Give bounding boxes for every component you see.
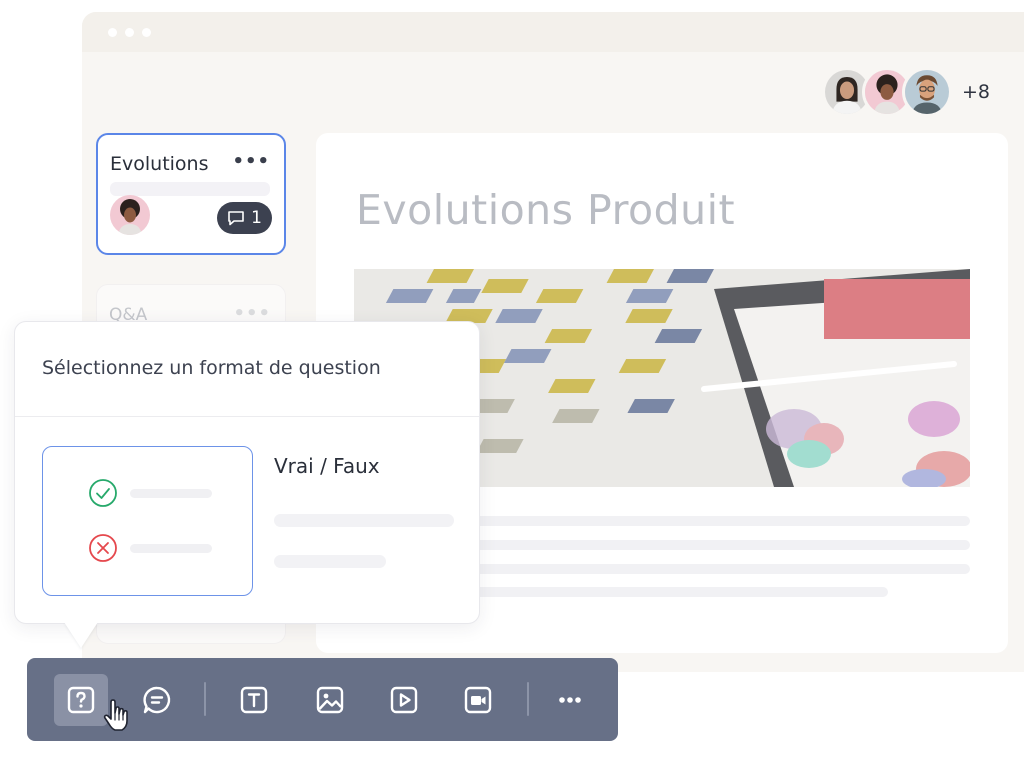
add-comment-button[interactable] (130, 674, 184, 726)
hand-cursor-icon (102, 699, 134, 733)
more-tools-button[interactable] (543, 674, 597, 726)
page-title[interactable]: Evolutions Produit (356, 186, 735, 234)
window-minimize-dot[interactable] (125, 27, 134, 37)
check-circle-icon (89, 479, 117, 507)
popup-pointer (64, 622, 98, 648)
window-close-dot[interactable] (108, 27, 117, 37)
add-question-button[interactable] (54, 674, 108, 726)
toolbar-separator (527, 682, 529, 716)
false-row (88, 533, 212, 563)
format-option-true-false[interactable] (42, 446, 253, 596)
description-placeholder-line (274, 514, 454, 527)
camera-icon (464, 686, 492, 714)
format-name: Vrai / Faux (274, 454, 380, 478)
question-format-popup: Sélectionnez un format de question Vrai … (14, 321, 480, 624)
comment-count-badge[interactable]: 1 (217, 202, 272, 234)
window-maximize-dot[interactable] (142, 27, 151, 37)
comment-icon (228, 211, 244, 226)
question-icon (67, 686, 95, 714)
true-row (88, 478, 212, 508)
option-placeholder-bar (130, 488, 212, 498)
option-placeholder-bar (130, 543, 212, 553)
text-icon (240, 686, 268, 714)
add-recording-button[interactable] (451, 674, 505, 726)
add-image-button[interactable] (303, 674, 357, 726)
comment-icon (143, 686, 171, 714)
window-titlebar (82, 12, 1024, 52)
cross-circle-icon (89, 534, 117, 562)
popup-divider (15, 416, 479, 417)
avatar (110, 195, 150, 235)
add-video-button[interactable] (377, 674, 431, 726)
card-text-placeholder (110, 182, 270, 196)
avatar (902, 67, 952, 117)
description-placeholder-line (274, 555, 386, 568)
video-play-icon (390, 686, 418, 714)
add-text-button[interactable] (227, 674, 281, 726)
card-menu-button[interactable]: ••• (232, 151, 270, 172)
image-icon (316, 686, 344, 714)
extra-collaborators-count: +8 (962, 81, 991, 103)
comment-count: 1 (251, 208, 262, 228)
sidebar-item-evolutions[interactable]: Evolutions ••• 1 (96, 133, 286, 255)
toolbar-separator (204, 682, 206, 716)
card-title: Evolutions (110, 153, 209, 175)
popup-title: Sélectionnez un format de question (42, 357, 381, 379)
collaborator-avatars[interactable]: +8 (822, 67, 990, 117)
more-icon (559, 697, 581, 703)
